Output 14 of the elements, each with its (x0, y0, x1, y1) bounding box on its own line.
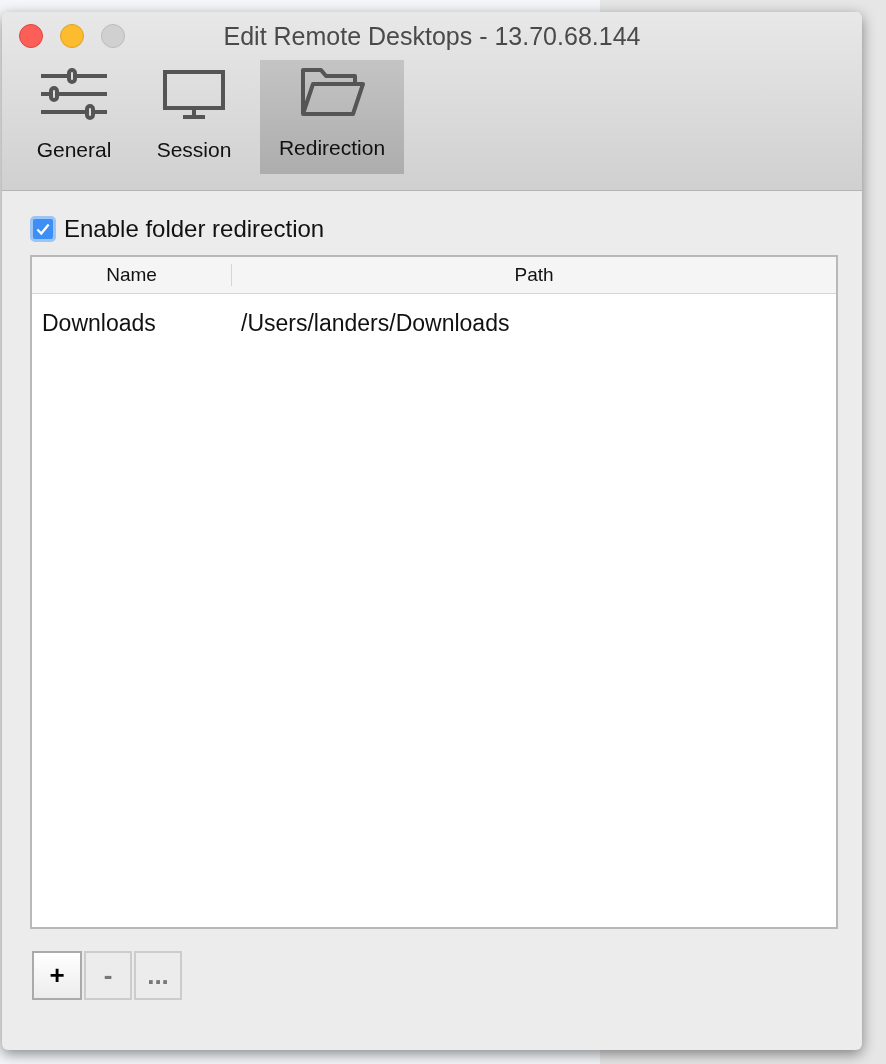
column-header[interactable]: Path (232, 264, 836, 286)
toolbar-tab[interactable]: Session (140, 60, 248, 176)
table-cell-text: /Users/landers/Downloads (241, 310, 511, 337)
toolbar-tab[interactable]: Redirection (260, 60, 404, 174)
toolbar-tab[interactable]: General (20, 60, 128, 176)
table-cell-text: Downloads (41, 310, 157, 337)
window-title: Edit Remote Desktops - 13.70.68.144 (223, 21, 641, 51)
checkbox[interactable] (30, 216, 56, 242)
table-action-button[interactable]: + (32, 951, 82, 1000)
close-icon[interactable] (19, 24, 43, 48)
sliders-icon (39, 68, 109, 120)
column-header[interactable]: Name (32, 264, 232, 286)
checkbox-label: Enable folder redirection (64, 215, 325, 243)
minimize-icon[interactable] (60, 24, 84, 48)
